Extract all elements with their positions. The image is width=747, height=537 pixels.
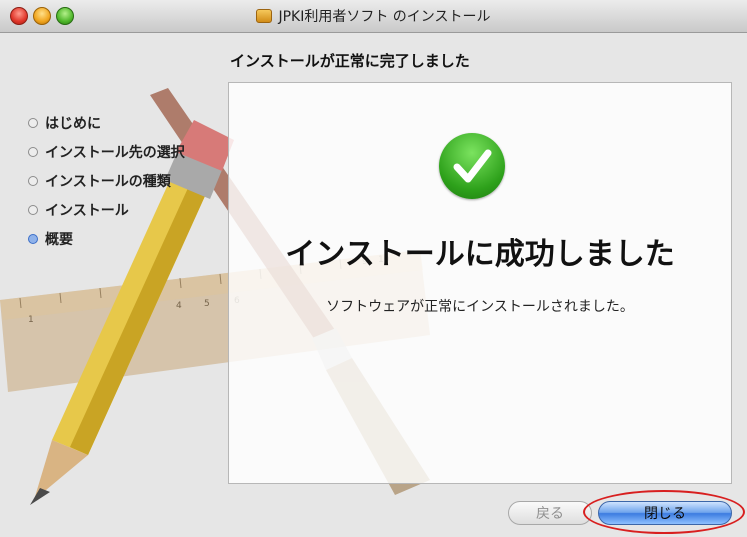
checkmark-icon xyxy=(439,133,505,199)
step-label: 概要 xyxy=(45,231,73,248)
window-title-wrap: JPKI利用者ソフト のインストール xyxy=(0,0,747,32)
package-icon xyxy=(256,9,273,23)
step-item-destination: インストール先の選択 xyxy=(28,137,185,166)
installer-window: JPKI利用者ソフト のインストール 1 4 5 6 xyxy=(0,0,747,537)
step-label: インストール xyxy=(45,202,129,219)
content-panel: インストールに成功しました ソフトウェアが正常にインストールされました。 xyxy=(228,82,732,484)
success-message: インストールに成功しました xyxy=(285,237,675,272)
ruler-tick-label: 1 xyxy=(28,315,34,325)
ruler-tick-label: 5 xyxy=(204,299,210,309)
step-item-summary: 概要 xyxy=(28,224,185,253)
step-label: インストールの種類 xyxy=(45,173,171,190)
step-item-intro: はじめに xyxy=(28,108,185,137)
title-bar[interactable]: JPKI利用者ソフト のインストール xyxy=(0,0,747,33)
step-bullet-active-icon xyxy=(28,233,38,244)
step-bullet-icon xyxy=(28,175,38,186)
success-detail: ソフトウェアが正常にインストールされました。 xyxy=(326,299,634,315)
step-label: インストール先の選択 xyxy=(45,144,185,161)
installer-steps: はじめに インストール先の選択 インストールの種類 インストール 概要 xyxy=(28,108,185,253)
step-label: はじめに xyxy=(45,115,101,132)
step-bullet-icon xyxy=(28,146,38,157)
step-bullet-icon xyxy=(28,204,38,215)
window-title: JPKI利用者ソフト のインストール xyxy=(278,9,491,25)
step-item-installation: インストール xyxy=(28,195,185,224)
back-button[interactable]: 戻る xyxy=(508,501,592,525)
step-item-install-type: インストールの種類 xyxy=(28,166,185,195)
step-bullet-icon xyxy=(28,117,38,128)
ruler-tick-label: 4 xyxy=(176,301,182,311)
highlight-ellipse xyxy=(583,490,745,534)
page-heading: インストールが正常に完了しました xyxy=(230,52,470,70)
